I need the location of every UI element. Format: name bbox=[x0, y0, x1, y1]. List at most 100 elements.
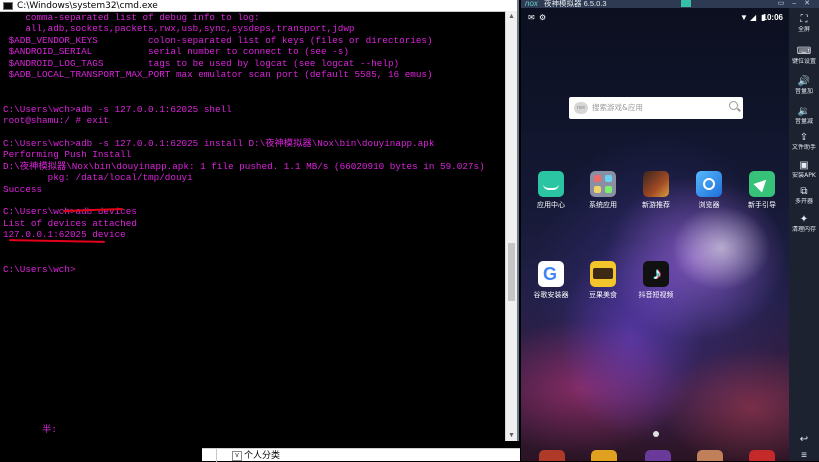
terminal-output[interactable]: comma-separated list of debug info to lo… bbox=[3, 12, 503, 440]
douyin-icon: ♪ bbox=[643, 261, 669, 287]
terminal-line: $ADB_VENDOR_KEYS colon-separated list of… bbox=[3, 34, 433, 46]
sidebar-label: 清理内存 bbox=[791, 226, 816, 233]
app-douguo[interactable]: 豆果美食 bbox=[581, 261, 625, 300]
terminal-line: Performing Push Install bbox=[3, 149, 132, 161]
terminal-line: Success bbox=[3, 183, 43, 195]
volume-up-icon: 🔊 bbox=[797, 76, 811, 87]
nox-logo: nox bbox=[525, 0, 538, 8]
app-label: 浏览器 bbox=[698, 201, 720, 209]
terminal-scrollbar[interactable]: ▲ ▼ bbox=[505, 11, 517, 441]
terminal-line: D:\夜神模拟器\Nox\bin\douyinapp.apk: 1 file p… bbox=[3, 160, 485, 172]
volume-down-icon: 🔉 bbox=[797, 106, 811, 117]
dock-app-3[interactable] bbox=[645, 450, 671, 461]
sidebar-file-assistant[interactable]: ⇪ 文件助手 bbox=[789, 132, 819, 152]
sidebar-label: 音量加 bbox=[794, 88, 813, 95]
search-icon[interactable] bbox=[729, 101, 738, 110]
window-controls[interactable]: ▭ – ✕ bbox=[778, 0, 813, 8]
file-assistant-icon: ⇪ bbox=[799, 132, 809, 143]
cmd-title: C:\Windows\system32\cmd.exe bbox=[17, 0, 158, 11]
app-app-center[interactable]: 应用中心 bbox=[529, 171, 573, 210]
app-guide[interactable]: 新手引导 bbox=[740, 171, 784, 210]
guide-icon bbox=[749, 171, 775, 197]
douguo-icon bbox=[590, 261, 616, 287]
keyboard-icon: ⌨ bbox=[796, 46, 812, 57]
nox-search-logo: nox bbox=[574, 102, 588, 114]
dock-app-1[interactable] bbox=[539, 450, 565, 461]
scroll-up-icon[interactable]: ▲ bbox=[506, 11, 517, 22]
terminal-line: $ANDROID_SERIAL serial number to connect… bbox=[3, 46, 349, 58]
new-games-icon bbox=[643, 171, 669, 197]
sidebar-fullscreen[interactable]: ⛶ 全屏 bbox=[789, 14, 819, 34]
app-label: 新手引导 bbox=[748, 201, 776, 209]
dock-app-2[interactable] bbox=[591, 450, 617, 461]
install-apk-icon: ▣ bbox=[799, 160, 809, 171]
sidebar-label: 文件助手 bbox=[791, 144, 816, 151]
app-label: 豆果美食 bbox=[589, 291, 617, 299]
menu-icon: ≡ bbox=[801, 450, 807, 461]
app-douyin[interactable]: ♪ 抖音短视频 bbox=[634, 261, 678, 300]
sidebar-keymap[interactable]: ⌨ 键位设置 bbox=[789, 46, 819, 66]
terminal-line: 127.0.0.1:62025 device bbox=[3, 229, 126, 241]
dock-app-5[interactable] bbox=[749, 450, 775, 461]
app-new-games[interactable]: 新游推荐 bbox=[634, 171, 678, 210]
nav-back-button[interactable]: ↩ bbox=[789, 434, 819, 446]
divider bbox=[216, 449, 217, 462]
sidebar-install-apk[interactable]: ▣ 安装APK bbox=[789, 160, 819, 180]
app-label: 系统应用 bbox=[589, 201, 617, 209]
sidebar-multi-instance[interactable]: ⧉ 多开器 bbox=[789, 186, 819, 206]
chevron-down-icon[interactable]: v bbox=[232, 451, 242, 461]
app-label: 新游推荐 bbox=[642, 201, 670, 209]
explorer-tree-fragment[interactable]: v 个人分类 bbox=[202, 448, 520, 462]
terminal-line: $ANDROID_LOG_TAGS tags to be used by log… bbox=[3, 57, 400, 69]
nav-menu-button[interactable]: ≡ bbox=[789, 450, 819, 462]
clean-memory-icon: ✦ bbox=[799, 214, 809, 225]
dock-app-4[interactable] bbox=[697, 450, 723, 461]
sidebar-clean-memory[interactable]: ✦ 清理内存 bbox=[789, 214, 819, 234]
status-time: 10:06 bbox=[762, 13, 783, 22]
terminal-line: C:\Users\wch>adb -s 127.0.0.1:62025 shel… bbox=[3, 103, 232, 115]
browser-icon bbox=[696, 171, 722, 197]
app-google-installer[interactable]: G 谷歌安装器 bbox=[529, 261, 573, 300]
terminal-line: C:\Users\wch>adb -s 127.0.0.1:62025 inst… bbox=[3, 137, 435, 149]
terminal-line: pkg: /data/local/tmp/douyi bbox=[3, 172, 193, 184]
nox-title: 夜神模拟器 6.5.0.3 bbox=[544, 0, 607, 8]
ime-input-line[interactable]: 半: bbox=[3, 424, 503, 435]
nox-toolbar-button[interactable] bbox=[681, 0, 691, 7]
cmd-window[interactable]: C:\Windows\system32\cmd.exe comma-separa… bbox=[0, 0, 519, 441]
nox-emulator-window[interactable]: nox 夜神模拟器 6.5.0.3 ▭ – ✕ ✉ ⚙ ▼ ◢ ▮ 10:06 … bbox=[521, 0, 819, 461]
sidebar-label: 多开器 bbox=[794, 198, 813, 205]
page-indicator bbox=[653, 431, 659, 437]
back-icon: ↩ bbox=[799, 434, 809, 445]
scroll-thumb[interactable] bbox=[508, 243, 515, 301]
android-status-bar: ✉ ⚙ ▼ ◢ ▮ 10:06 bbox=[521, 8, 789, 27]
android-screen[interactable]: ✉ ⚙ ▼ ◢ ▮ 10:06 nox 搜索游戏&应用 应用中心 系统应用 新游… bbox=[521, 8, 789, 461]
mail-icon: ✉ bbox=[528, 13, 535, 22]
google-installer-icon: G bbox=[538, 261, 564, 287]
app-system-apps[interactable]: 系统应用 bbox=[581, 171, 625, 210]
search-input[interactable]: nox 搜索游戏&应用 bbox=[569, 97, 743, 119]
cmd-title-bar[interactable]: C:\Windows\system32\cmd.exe bbox=[0, 0, 517, 12]
app-browser[interactable]: 浏览器 bbox=[687, 171, 731, 210]
sidebar-volume-up[interactable]: 🔊 音量加 bbox=[789, 76, 819, 96]
app-label: 应用中心 bbox=[537, 201, 565, 209]
sidebar-label: 键位设置 bbox=[791, 58, 816, 65]
sidebar-label: 全屏 bbox=[797, 26, 810, 33]
scroll-down-icon[interactable]: ▼ bbox=[506, 430, 517, 441]
terminal-line: comma-separated list of debug info to lo… bbox=[3, 12, 260, 23]
nox-title-bar[interactable]: nox 夜神模拟器 6.5.0.3 ▭ – ✕ bbox=[521, 0, 819, 8]
fullscreen-icon: ⛶ bbox=[800, 14, 808, 25]
settings-icon: ⚙ bbox=[539, 13, 547, 22]
sidebar-label: 安装APK bbox=[792, 172, 816, 179]
terminal-line: root@shamu:/ # exit bbox=[3, 114, 110, 126]
terminal-line: $ADB_LOCAL_TRANSPORT_MAX_PORT max emulat… bbox=[3, 69, 433, 81]
terminal-line: C:\Users\wch> bbox=[3, 263, 76, 275]
sidebar-volume-down[interactable]: 🔉 音量减 bbox=[789, 106, 819, 126]
terminal-line: all,adb,sockets,packets,rwx,usb,sync,sys… bbox=[3, 23, 355, 35]
folder-label[interactable]: 个人分类 bbox=[244, 449, 280, 461]
